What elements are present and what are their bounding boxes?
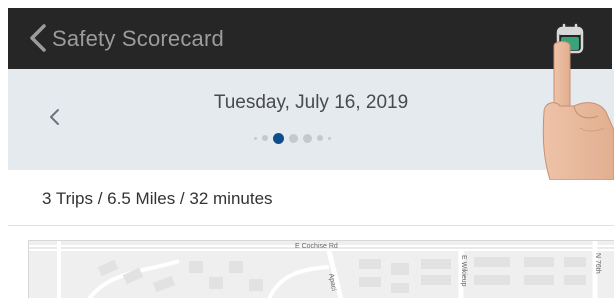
trip-summary-text: 3 Trips / 6.5 Miles / 32 minutes <box>42 189 273 208</box>
page-dot[interactable] <box>262 135 268 141</box>
back-button[interactable] <box>24 24 52 52</box>
selected-date: Tuesday, July 16, 2019 <box>213 92 409 113</box>
page-dot-active[interactable] <box>273 132 284 144</box>
street-label: N 76th <box>594 253 601 274</box>
street-label: E Wikieup <box>460 255 467 287</box>
page-indicator[interactable] <box>254 131 331 145</box>
street-label: E Cochise Rd <box>295 243 338 250</box>
app-screen: Safety Scorecard Tuesday, July 16, 2019 <box>0 0 614 298</box>
device-edge <box>0 0 8 298</box>
trip-map[interactable]: E Cochise Rd Apaci E Wikieup N 76th <box>28 240 614 298</box>
page-dot[interactable] <box>289 133 298 143</box>
chevron-left-icon <box>30 24 46 52</box>
page-dot[interactable] <box>328 136 331 140</box>
date-header: Tuesday, July 16, 2019 <box>8 69 614 170</box>
page-dot[interactable] <box>317 135 323 141</box>
page-title: Safety Scorecard <box>52 26 224 51</box>
page-dot[interactable] <box>254 136 257 140</box>
top-navigation-bar: Safety Scorecard <box>8 8 612 69</box>
page-dot[interactable] <box>303 133 312 143</box>
trip-summary-row: 3 Trips / 6.5 Miles / 32 minutes <box>8 170 614 226</box>
pointing-hand-icon <box>540 40 614 181</box>
